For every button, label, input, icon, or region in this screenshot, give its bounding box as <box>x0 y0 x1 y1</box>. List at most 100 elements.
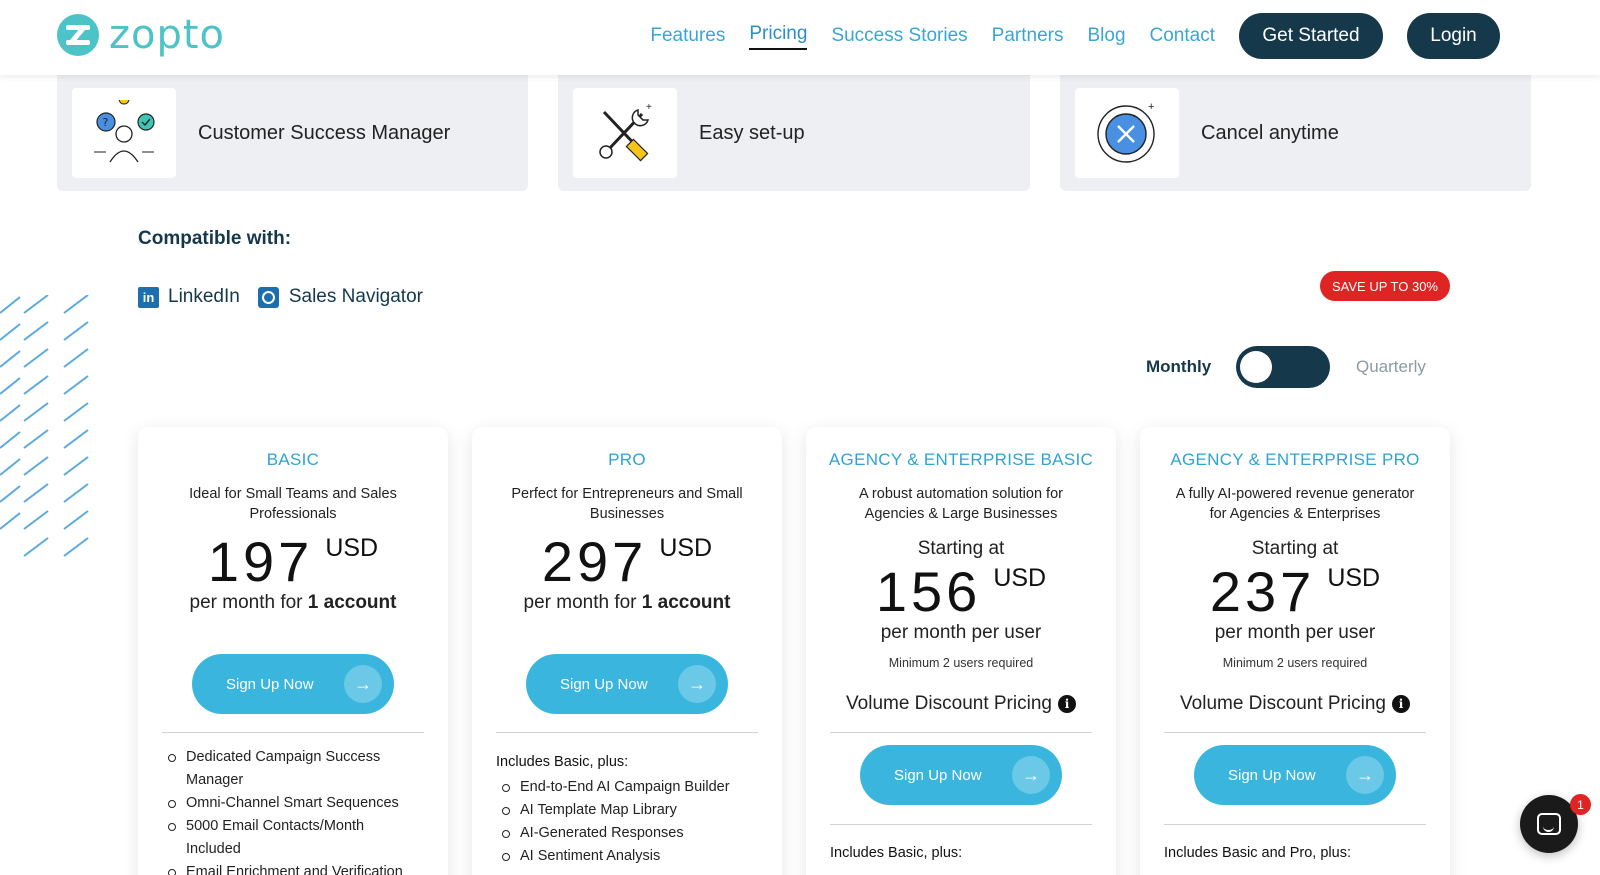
price-amount: 156 <box>875 560 982 623</box>
plan-price: 237 USD <box>1140 564 1450 620</box>
minimum-users-note: Minimum 2 users required <box>1222 656 1368 670</box>
price-period-prefix: per month for <box>189 592 308 613</box>
nav-success-stories[interactable]: Success Stories <box>831 12 967 60</box>
volume-discount[interactable]: Volume Discount Pricing i <box>806 693 1116 715</box>
plan-title: AGENCY & ENTERPRISE BASIC <box>828 450 1094 469</box>
login-button[interactable]: Login <box>1407 13 1500 59</box>
divider <box>496 732 758 733</box>
price-period: per month per user <box>880 622 1042 643</box>
nav-contact[interactable]: Contact <box>1150 12 1215 60</box>
price-amount: 197 <box>207 530 314 593</box>
save-badge: SAVE UP TO 30% <box>1320 271 1450 301</box>
main-nav: Features Pricing Success Stories Partner… <box>650 12 1500 60</box>
price-currency: USD <box>325 534 379 562</box>
logo-text: zopto <box>109 12 226 58</box>
sign-up-label: Sign Up Now <box>1228 766 1316 784</box>
list-item: 5000 Email Contacts/Month Included <box>168 815 418 861</box>
sales-navigator-icon <box>257 286 279 308</box>
plan-card-agency-basic: AGENCY & ENTERPRISE BASIC A robust autom… <box>806 427 1116 875</box>
customer-success-icon: ? <box>72 88 176 178</box>
price-period-accounts: 1 account <box>307 592 397 613</box>
plan-includes: Includes Basic and Pro, plus: <box>1164 845 1351 861</box>
plan-card-agency-pro: AGENCY & ENTERPRISE PRO A fully AI-power… <box>1140 427 1450 875</box>
plan-description: A fully AI-powered revenue generator for… <box>1175 486 1415 522</box>
list-item: End-to-End AI Campaign Builder <box>502 776 752 799</box>
nav-features[interactable]: Features <box>650 12 725 60</box>
list-item: Email Enrichment and Verification <box>168 861 418 875</box>
arrow-right-icon: → <box>1012 756 1050 794</box>
plan-includes: Includes Basic, plus: <box>830 845 963 861</box>
compatible-list: in LinkedIn Sales Navigator <box>138 286 423 308</box>
feature-label: Customer Success Manager <box>198 121 451 144</box>
plan-feature-list: Dedicated Campaign Success Manager Omni-… <box>168 746 418 875</box>
plan-description: Perfect for Entrepreneurs and Small Busi… <box>511 486 743 522</box>
plan-includes: Includes Basic, plus: <box>496 754 629 770</box>
list-item: AI-Generated Responses <box>502 822 752 845</box>
arrow-right-icon: → <box>1346 756 1384 794</box>
compatible-linkedin: LinkedIn <box>168 286 240 307</box>
chat-unread-badge: 1 <box>1570 794 1591 815</box>
price-currency: USD <box>993 564 1047 592</box>
plan-price: 297 USD <box>472 534 782 590</box>
price-amount: 237 <box>1209 560 1316 623</box>
tools-icon: + <box>573 88 677 178</box>
price-period: per month for 1 account <box>138 592 448 614</box>
feature-easy-setup: + Easy set-up <box>558 75 1030 191</box>
volume-discount-label: Volume Discount Pricing <box>1180 693 1386 714</box>
feature-cancel-anytime: + Cancel anytime <box>1060 75 1531 191</box>
sign-up-label: Sign Up Now <box>560 675 648 693</box>
list-item: AI Sentiment Analysis <box>502 845 752 868</box>
list-item: Dedicated Campaign Success Manager <box>168 746 418 792</box>
plan-card-basic: BASIC Ideal for Small Teams and Sales Pr… <box>138 427 448 875</box>
sign-up-label: Sign Up Now <box>894 766 982 784</box>
compatible-title: Compatible with: <box>138 228 292 249</box>
zopto-logo-icon <box>57 14 99 56</box>
billing-quarterly-label[interactable]: Quarterly <box>1356 357 1426 377</box>
sign-up-button[interactable]: Sign Up Now → <box>1194 745 1396 805</box>
arrow-right-icon: → <box>344 665 382 703</box>
plan-title: PRO <box>608 450 646 469</box>
volume-discount-label: Volume Discount Pricing <box>846 693 1052 714</box>
svg-text:+: + <box>1148 101 1154 113</box>
plan-description: Ideal for Small Teams and Sales Professi… <box>189 486 397 522</box>
plan-card-pro: PRO Perfect for Entrepreneurs and Small … <box>472 427 782 875</box>
nav-pricing[interactable]: Pricing <box>749 23 808 50</box>
price-amount: 297 <box>541 530 648 593</box>
minimum-users-note: Minimum 2 users required <box>888 656 1034 670</box>
info-icon[interactable]: i <box>1391 695 1410 713</box>
divider <box>830 732 1092 733</box>
toggle-knob <box>1240 351 1272 383</box>
zopto-logo[interactable]: zopto <box>57 14 225 56</box>
info-icon[interactable]: i <box>1057 695 1076 713</box>
price-currency: USD <box>659 534 713 562</box>
volume-discount[interactable]: Volume Discount Pricing i <box>1140 693 1450 715</box>
get-started-button[interactable]: Get Started <box>1239 13 1383 59</box>
plan-price: 156 USD <box>806 564 1116 620</box>
divider <box>1164 824 1426 825</box>
divider <box>830 824 1092 825</box>
price-period-prefix: per month for <box>523 592 642 613</box>
plan-description: A robust automation solution for Agencie… <box>859 486 1063 522</box>
cancel-icon: + <box>1075 88 1179 178</box>
nav-blog[interactable]: Blog <box>1087 12 1125 60</box>
nav-partners[interactable]: Partners <box>992 12 1064 60</box>
billing-toggle[interactable] <box>1236 346 1330 388</box>
price-period-accounts: 1 account <box>641 592 731 613</box>
plan-title: AGENCY & ENTERPRISE PRO <box>1170 450 1420 469</box>
sign-up-label: Sign Up Now <box>226 675 314 693</box>
sign-up-button[interactable]: Sign Up Now → <box>860 745 1062 805</box>
price-currency: USD <box>1327 564 1381 592</box>
list-item: AI Template Map Library <box>502 799 752 822</box>
list-item: Omni-Channel Smart Sequences <box>168 792 418 815</box>
svg-text:+: + <box>646 102 652 113</box>
sign-up-button[interactable]: Sign Up Now → <box>192 654 394 714</box>
sign-up-button[interactable]: Sign Up Now → <box>526 654 728 714</box>
decorative-stripes <box>0 295 89 557</box>
plan-price: 197 USD <box>138 534 448 590</box>
billing-monthly-label[interactable]: Monthly <box>1146 357 1211 377</box>
plan-title: BASIC <box>266 450 320 469</box>
price-starting-at: Starting at <box>1251 538 1339 559</box>
arrow-right-icon: → <box>678 665 716 703</box>
compatible-sales-navigator: Sales Navigator <box>288 286 423 307</box>
feature-label: Cancel anytime <box>1201 121 1339 144</box>
